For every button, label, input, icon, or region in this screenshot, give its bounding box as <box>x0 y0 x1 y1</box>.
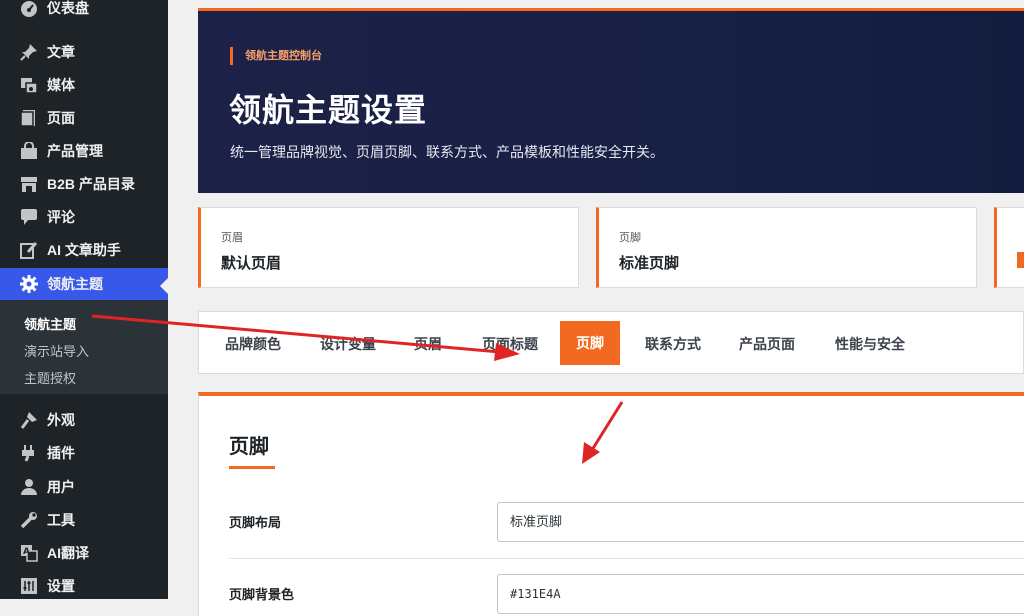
menu-label: AI翻译 <box>47 545 89 561</box>
tab-performance-security[interactable]: 性能与安全 <box>835 334 905 354</box>
theme-hero-banner: 领航主题控制台 领航主题设置 统一管理品牌视觉、页眉页脚、联系方式、产品模板和性… <box>198 8 1024 193</box>
footer-layout-label: 页脚布局 <box>229 515 282 530</box>
menu-item-comments[interactable]: 评论 <box>0 201 168 233</box>
menu-label: 评论 <box>47 209 75 225</box>
svg-text:A: A <box>23 547 30 557</box>
menu-item-products[interactable]: 产品管理 <box>0 135 168 167</box>
active-indicator <box>160 278 168 294</box>
menu-item-dashboard[interactable]: 仪表盘 <box>0 0 168 24</box>
translate-icon: A <box>21 545 38 562</box>
menu-label: 用户 <box>47 479 75 495</box>
card-value: 标准页脚 <box>619 255 680 272</box>
menu-label: 仪表盘 <box>47 0 89 16</box>
gear-icon <box>20 275 38 293</box>
comment-icon <box>21 209 37 225</box>
menu-item-settings[interactable]: 设置 <box>0 570 168 602</box>
card-key: 页脚 <box>619 232 641 244</box>
title-underline <box>229 466 275 469</box>
menu-item-ai-translate[interactable]: A AI翻译 <box>0 537 168 569</box>
menu-item-pages[interactable]: 页面 <box>0 102 168 134</box>
menu-item-b2b-catalog[interactable]: B2B 产品目录 <box>0 168 168 200</box>
card-value: 默认页眉 <box>221 255 282 272</box>
menu-label: 插件 <box>47 445 75 461</box>
footer-bg-color-input[interactable]: #131E4A <box>497 574 1024 614</box>
footer-settings-panel: 页脚 页脚布局 标准页脚 页脚背景色 #131E4A <box>198 392 1024 616</box>
row-divider <box>229 558 1024 559</box>
menu-label: 文章 <box>47 44 75 60</box>
admin-sidebar: 仪表盘 文章 媒体 页面 产品管理 B2B 产品目录 评论 AI 文章助手 领航… <box>0 0 168 599</box>
submenu-item-license[interactable]: 主题授权 <box>24 368 76 387</box>
footer-summary-card: 页脚 标准页脚 <box>596 207 977 288</box>
store-icon <box>21 177 37 192</box>
tab-footer[interactable]: 页脚 <box>560 321 620 365</box>
menu-label: 领航主题 <box>47 276 103 292</box>
wrench-icon <box>20 512 37 529</box>
submenu-item-theme[interactable]: 领航主题 <box>24 314 76 333</box>
menu-item-users[interactable]: 用户 <box>0 471 168 503</box>
tab-brand-colors[interactable]: 品牌颜色 <box>225 334 281 354</box>
menu-item-tools[interactable]: 工具 <box>0 504 168 536</box>
dashboard-icon <box>21 1 37 17</box>
edit-icon <box>20 242 38 259</box>
menu-label: AI 文章助手 <box>47 242 121 258</box>
settings-tabs: 品牌颜色 设计变量 页眉 页面标题 页脚 联系方式 产品页面 性能与安全 <box>198 311 1024 374</box>
menu-label: 工具 <box>47 512 75 528</box>
menu-item-posts[interactable]: 文章 <box>0 36 168 68</box>
tab-product-pages[interactable]: 产品页面 <box>739 334 795 354</box>
menu-item-navigator-theme[interactable]: 领航主题 <box>0 268 168 300</box>
page-icon <box>20 110 35 127</box>
menu-label: 外观 <box>47 412 75 428</box>
header-summary-card: 页眉 默认页眉 <box>198 207 579 288</box>
footer-layout-select[interactable]: 标准页脚 <box>497 502 1024 542</box>
settings-icon <box>21 578 37 594</box>
card-key: 页眉 <box>221 232 243 244</box>
menu-label: 设置 <box>47 578 75 594</box>
menu-label: 页面 <box>47 110 75 126</box>
panel-title: 页脚 <box>229 436 269 458</box>
hero-subtitle: 统一管理品牌视觉、页眉页脚、联系方式、产品模板和性能安全开关。 <box>230 144 664 160</box>
media-icon <box>21 78 38 94</box>
menu-item-plugins[interactable]: 插件 <box>0 437 168 469</box>
menu-label: 媒体 <box>47 77 75 93</box>
tab-page-title[interactable]: 页面标题 <box>482 334 538 354</box>
bag-icon <box>21 142 37 159</box>
hero-kicker: 领航主题控制台 <box>230 47 322 65</box>
brush-icon <box>20 412 37 429</box>
menu-item-ai-writer[interactable]: AI 文章助手 <box>0 234 168 266</box>
card-accent <box>1017 252 1024 268</box>
tab-header[interactable]: 页眉 <box>414 334 442 354</box>
pin-icon <box>20 44 37 61</box>
menu-item-media[interactable]: 媒体 <box>0 69 168 101</box>
menu-label: 产品管理 <box>47 143 103 159</box>
tab-design-variables[interactable]: 设计变量 <box>320 334 376 354</box>
plugin-icon <box>22 445 34 462</box>
tab-contact[interactable]: 联系方式 <box>645 334 701 354</box>
theme-submenu: 领航主题 演示站导入 主题授权 <box>0 300 168 394</box>
user-icon <box>21 479 37 495</box>
menu-item-appearance[interactable]: 外观 <box>0 404 168 436</box>
submenu-item-demo-import[interactable]: 演示站导入 <box>24 341 89 360</box>
page-title: 领航主题设置 <box>229 92 428 128</box>
summary-card-partial <box>994 207 1024 288</box>
footer-bg-color-label: 页脚背景色 <box>229 587 295 602</box>
menu-label: B2B 产品目录 <box>47 176 135 192</box>
